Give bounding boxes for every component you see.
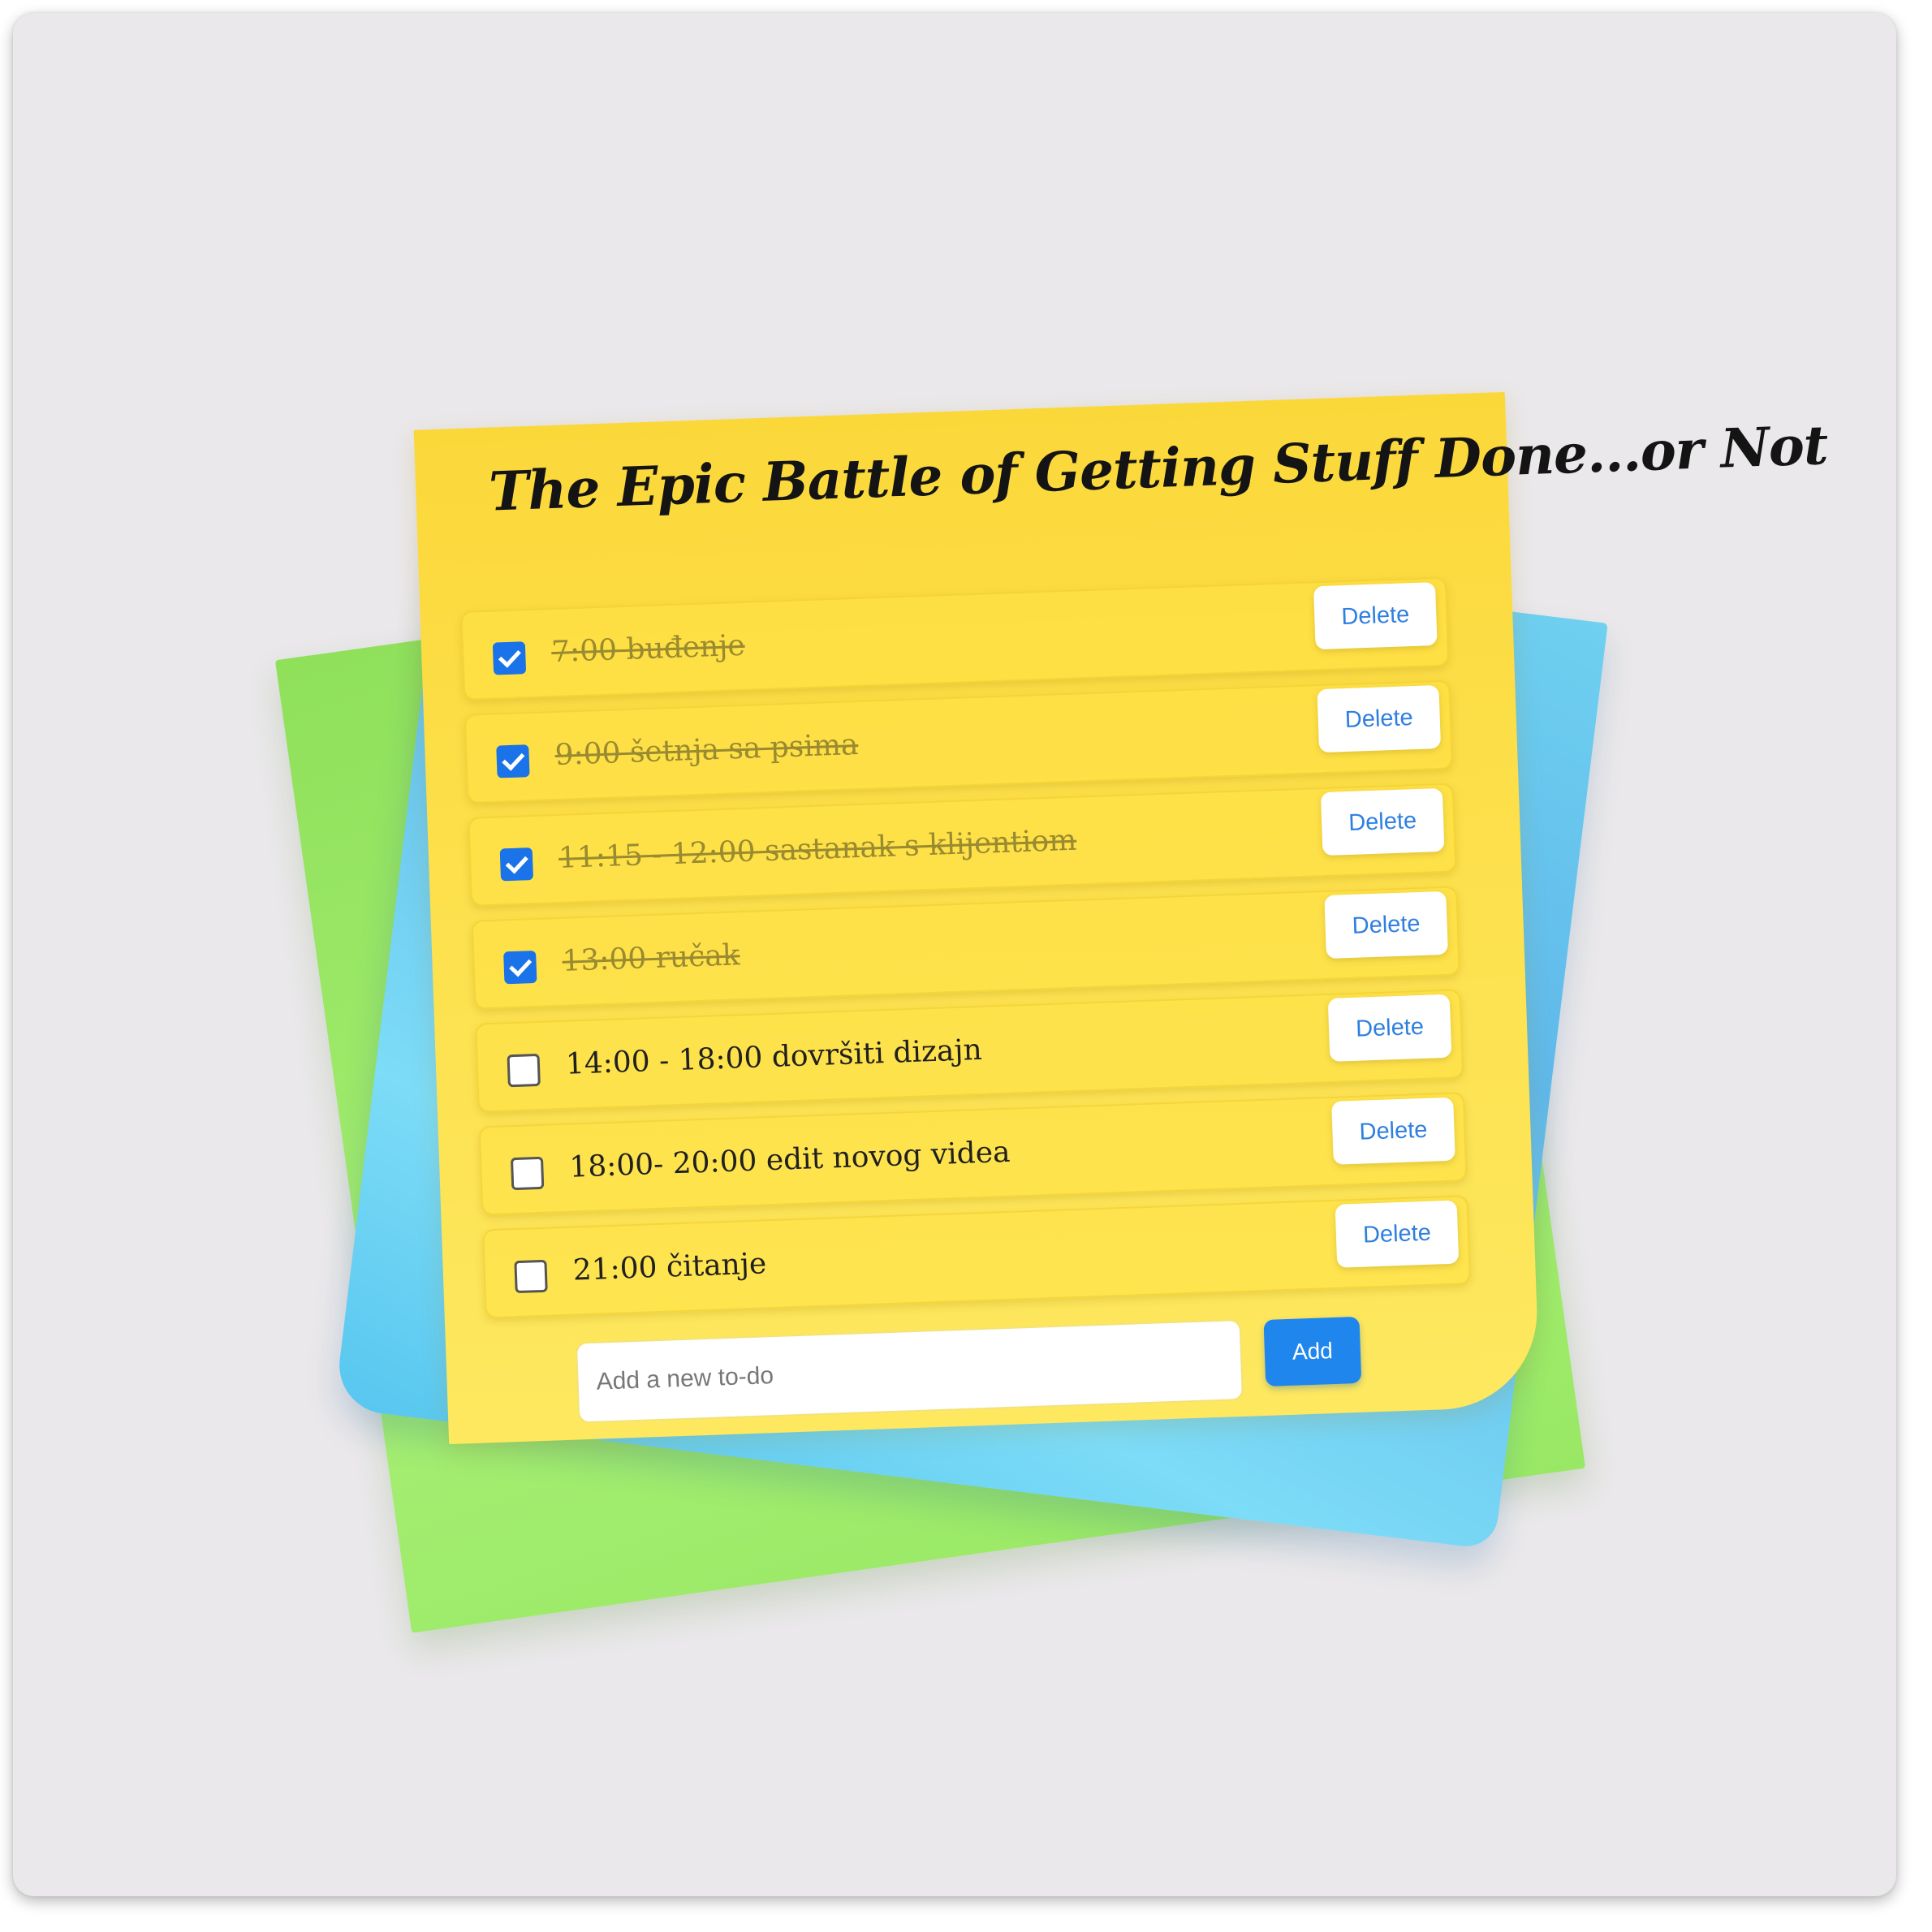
add-button[interactable]: Add (1263, 1316, 1362, 1386)
checkbox-checked-icon[interactable] (499, 847, 534, 882)
checkbox-unchecked-icon[interactable] (510, 1156, 545, 1191)
delete-button[interactable]: Delete (1331, 1097, 1455, 1165)
todo-item: 7:00 buđenje Delete (460, 576, 1450, 701)
checkbox-checked-icon[interactable] (496, 744, 530, 778)
add-todo-form: Add a new to-do Add (575, 1315, 1365, 1424)
checkbox-unchecked-icon[interactable] (514, 1259, 548, 1294)
checkbox-checked-icon[interactable] (503, 950, 537, 985)
todo-text: 9:00 šetnja sa psima (554, 727, 859, 773)
todo-item: 14:00 - 18:00 dovršiti dizajn Delete (475, 989, 1464, 1113)
delete-button[interactable]: Delete (1320, 787, 1445, 856)
todo-text: 14:00 - 18:00 dovršiti dizajn (565, 1033, 983, 1081)
delete-button[interactable]: Delete (1335, 1200, 1460, 1268)
todo-list: 7:00 buđenje Delete 9:00 šetnja sa psima… (460, 576, 1472, 1333)
checkbox-unchecked-icon[interactable] (507, 1053, 541, 1088)
app-frame: The Epic Battle of Getting Stuff Done...… (13, 13, 1896, 1896)
todo-item: 9:00 šetnja sa psima Delete (464, 679, 1453, 804)
todo-text: 7:00 buđenje (550, 628, 746, 670)
delete-button[interactable]: Delete (1317, 684, 1442, 753)
todo-item: 21:00 čitanje Delete (482, 1195, 1472, 1319)
todo-card: The Epic Battle of Getting Stuff Done...… (413, 391, 1829, 1445)
new-todo-input[interactable]: Add a new to-do (575, 1318, 1244, 1424)
checkbox-checked-icon[interactable] (492, 641, 527, 675)
delete-button[interactable]: Delete (1327, 994, 1452, 1062)
todo-text: 13:00 ručak (561, 938, 741, 978)
todo-item: 18:00- 20:00 edit novog videa Delete (478, 1092, 1468, 1216)
todo-item: 11:15 - 12:00 sastanak s klijentiom Dele… (468, 783, 1457, 907)
delete-button[interactable]: Delete (1324, 891, 1448, 960)
page-title: The Epic Battle of Getting Stuff Done...… (487, 413, 1829, 524)
todo-text: 18:00- 20:00 edit novog videa (568, 1135, 1011, 1184)
delete-button[interactable]: Delete (1313, 582, 1438, 650)
todo-item: 13:00 ručak Delete (471, 886, 1460, 1010)
todo-text: 21:00 čitanje (572, 1247, 767, 1287)
todo-text: 11:15 - 12:00 sastanak s klijentiom (558, 823, 1077, 875)
